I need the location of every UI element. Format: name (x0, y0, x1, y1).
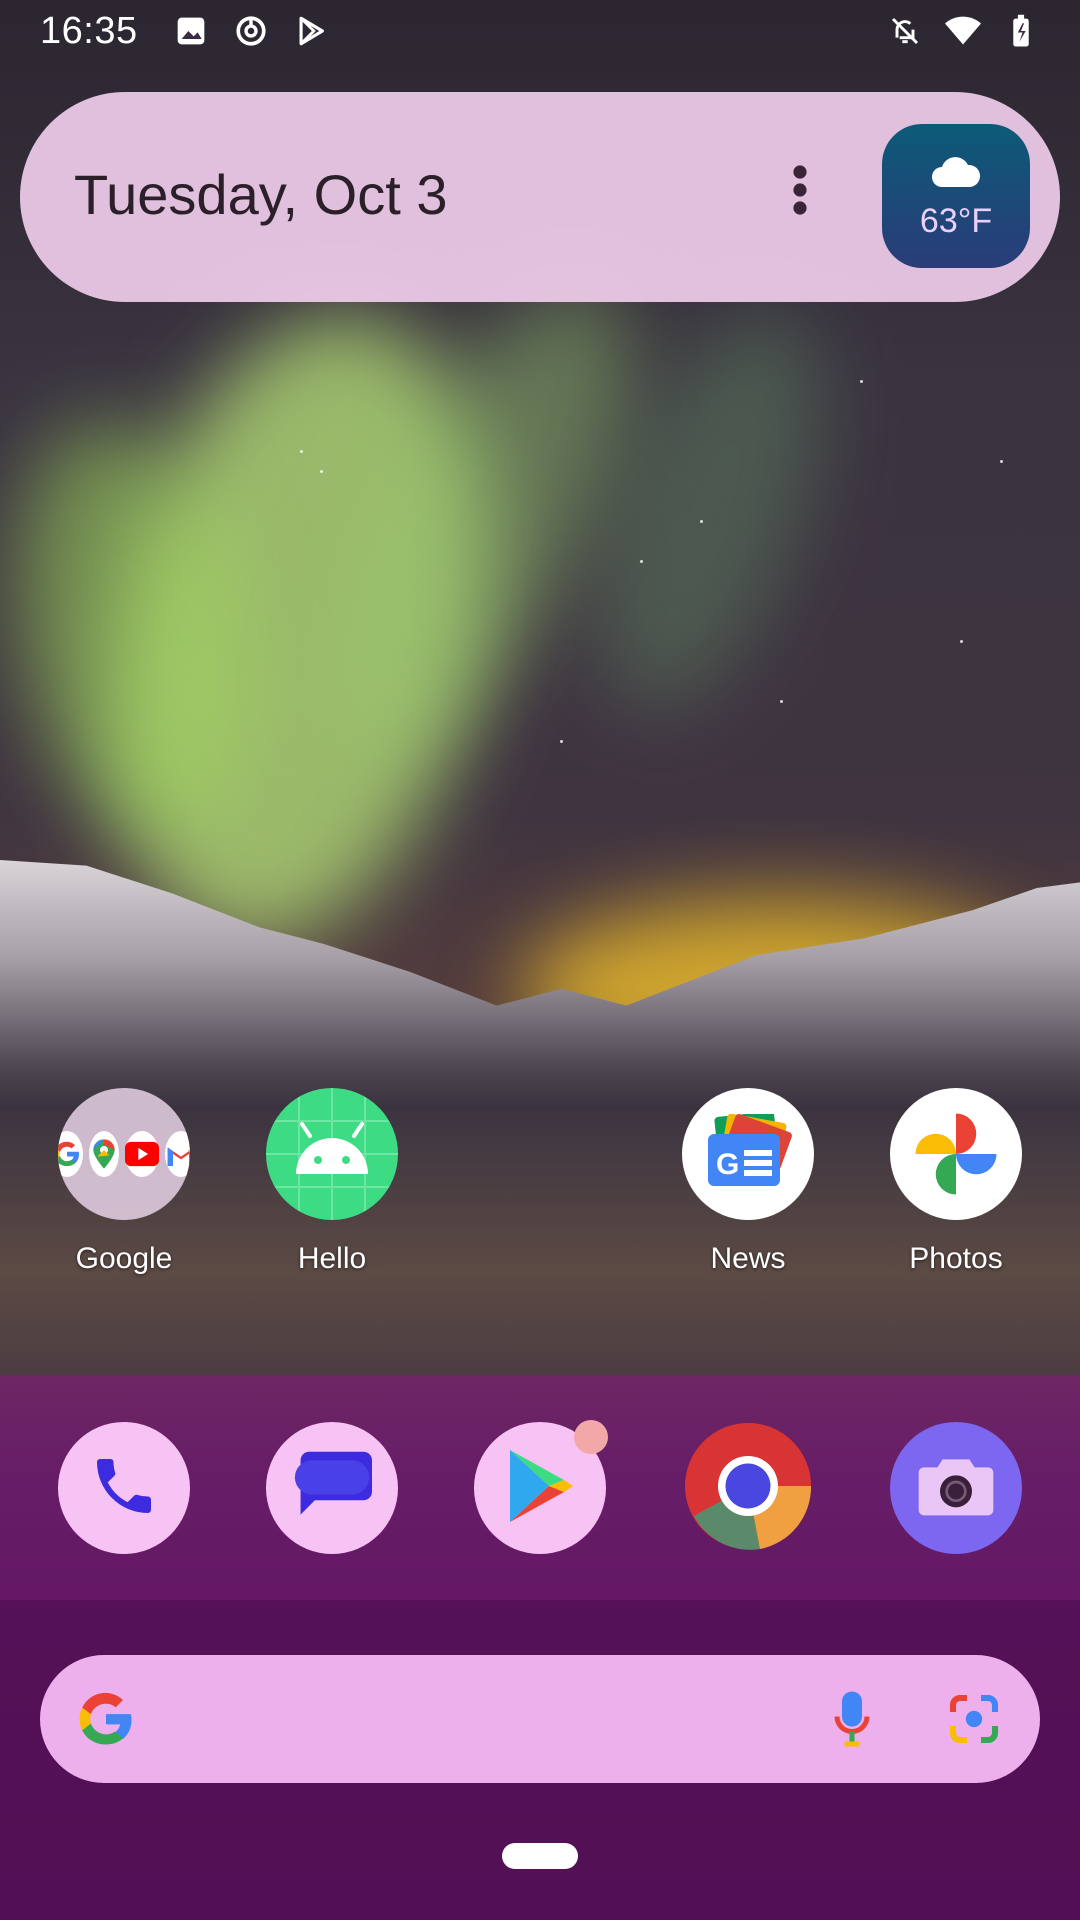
star (780, 700, 783, 703)
home-gesture-handle[interactable] (502, 1843, 578, 1869)
app-label: Hello (297, 1242, 367, 1275)
app-photos[interactable]: Photos (852, 1066, 1060, 1306)
play-store-outline-icon (292, 12, 330, 50)
battery-charging-icon (1002, 12, 1040, 50)
android-icon (266, 1088, 398, 1220)
at-a-glance-widget[interactable]: Tuesday, Oct 3 63°F (20, 92, 1060, 302)
gmail-mini-icon (165, 1131, 190, 1177)
dock-camera[interactable] (890, 1422, 1022, 1554)
sync-icon (232, 12, 270, 50)
app-news[interactable]: G News (644, 1066, 852, 1306)
app-label: News (710, 1242, 786, 1275)
image-icon (172, 12, 210, 50)
phone-icon (88, 1450, 160, 1527)
star (320, 470, 323, 473)
cloud-icon (928, 151, 984, 196)
dock-chrome[interactable] (682, 1422, 814, 1554)
weather-temp: 63°F (919, 202, 993, 240)
more-options-icon[interactable] (770, 160, 830, 220)
app-google-folder[interactable]: Google (20, 1066, 228, 1306)
app-label: Google (75, 1242, 173, 1275)
wifi-icon (944, 12, 982, 50)
dock-phone[interactable] (58, 1422, 190, 1554)
app-label: Photos (909, 1242, 1003, 1275)
weather-button[interactable]: 63°F (882, 124, 1030, 268)
star (860, 380, 863, 383)
dock-play-store[interactable] (474, 1420, 608, 1554)
star (1000, 460, 1003, 463)
notifications-off-icon (886, 12, 924, 50)
status-time: 16:35 (40, 9, 138, 52)
star (300, 450, 303, 453)
google-news-icon: G (682, 1088, 814, 1220)
notification-badge (574, 1420, 608, 1454)
status-bar: 16:35 (0, 0, 1080, 62)
status-left-icons (172, 12, 330, 50)
google-photos-icon (890, 1088, 1022, 1220)
mic-icon[interactable] (820, 1685, 884, 1753)
google-g-icon[interactable] (72, 1685, 140, 1753)
status-right-icons (886, 12, 1040, 50)
lens-icon[interactable] (940, 1685, 1008, 1753)
svg-text:G: G (716, 1148, 739, 1181)
star (960, 640, 963, 643)
glance-date[interactable]: Tuesday, Oct 3 (74, 162, 448, 227)
maps-mini-icon (89, 1131, 119, 1177)
youtube-mini-icon (125, 1131, 159, 1177)
google-g-mini-icon (58, 1131, 83, 1177)
chrome-icon (682, 1420, 814, 1557)
star (640, 560, 643, 563)
google-folder-icon (58, 1088, 190, 1220)
star (700, 520, 703, 523)
messages-icon (289, 1446, 375, 1531)
camera-icon (916, 1453, 996, 1524)
play-store-icon (504, 1446, 576, 1531)
star (560, 740, 563, 743)
dock-messages[interactable] (266, 1422, 398, 1554)
google-search-bar[interactable] (40, 1655, 1040, 1783)
app-hello[interactable]: Hello (228, 1066, 436, 1306)
